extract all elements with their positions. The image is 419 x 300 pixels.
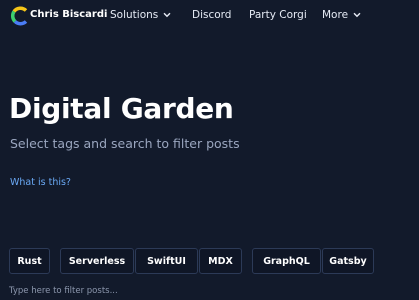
tag-button-serverless[interactable]: Serverless xyxy=(60,248,134,274)
nav-item-label: Party Corgi xyxy=(249,9,307,21)
brand-logo-icon[interactable] xyxy=(10,6,30,26)
tag-button-graphql[interactable]: GraphQL xyxy=(252,248,321,274)
what-is-this-link[interactable]: What is this? xyxy=(10,177,71,188)
tag-button-swiftui[interactable]: SwiftUI xyxy=(135,248,198,274)
chevron-down-icon xyxy=(353,12,361,18)
nav-item-party-corgi[interactable]: Party Corgi xyxy=(249,9,307,21)
tag-button-rust[interactable]: Rust xyxy=(9,248,50,274)
nav-item-discord[interactable]: Discord xyxy=(192,9,231,21)
brand-name[interactable]: Chris Biscardi xyxy=(30,9,107,20)
nav-item-label: More xyxy=(322,9,349,21)
chevron-down-icon xyxy=(163,12,171,18)
tag-button-mdx[interactable]: MDX xyxy=(199,248,242,274)
page-subtitle: Select tags and search to filter posts xyxy=(10,136,240,151)
tag-button-gatsby[interactable]: Gatsby xyxy=(322,248,374,274)
nav-item-more[interactable]: More xyxy=(322,9,361,21)
page-title: Digital Garden xyxy=(9,92,234,125)
nav-item-solutions[interactable]: Solutions xyxy=(110,9,171,21)
nav-item-label: Solutions xyxy=(110,9,159,21)
nav-item-label: Discord xyxy=(192,9,232,21)
filter-posts-input[interactable] xyxy=(9,282,409,300)
top-navigation: Chris Biscardi Solutions Discord Party C… xyxy=(0,0,419,32)
